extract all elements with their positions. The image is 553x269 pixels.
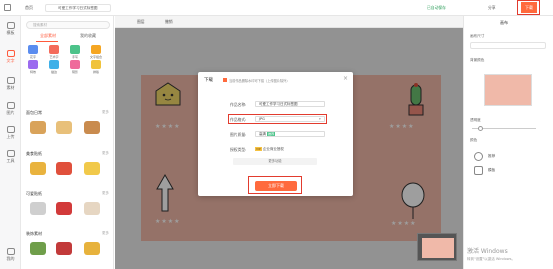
autosave-status: 已自动保存 [427, 5, 446, 10]
material-icon [6, 77, 15, 84]
sticker-thumbnail[interactable] [84, 242, 100, 255]
user-icon [6, 248, 15, 255]
recommend-icon[interactable] [474, 152, 483, 161]
sticker-thumbnail[interactable] [30, 242, 46, 255]
recommend-badge: 推荐 [267, 132, 276, 136]
icon-cell[interactable]: 描边 [47, 60, 61, 74]
section-more-link[interactable]: 更多 [102, 231, 109, 236]
section-more-link[interactable]: 更多 [102, 151, 109, 156]
nav-item-image[interactable]: 图片 [2, 100, 19, 118]
tab-favorites[interactable]: 我的收藏 [80, 33, 96, 39]
icon-cell[interactable]: 阴影 [68, 60, 82, 74]
close-icon[interactable]: × [343, 75, 348, 82]
sticker-thumbnail[interactable] [56, 202, 72, 215]
bg-color-swatch[interactable] [484, 74, 532, 106]
bg-label: 背景颜色 [470, 58, 485, 62]
nav-item-material[interactable]: 素材 [2, 75, 19, 93]
nav-item-tools[interactable]: 工具 [2, 148, 19, 166]
field-label: 授权类型: [230, 147, 247, 152]
recommend-label[interactable]: 推荐 [488, 154, 495, 159]
section-more-link[interactable]: 更多 [102, 191, 109, 196]
nav-item-text[interactable]: 文字 [2, 48, 19, 66]
icon-cell[interactable]: 艺术字 [47, 45, 61, 59]
canvas-size-select[interactable] [470, 42, 546, 49]
section-more-link[interactable]: 更多 [102, 110, 109, 115]
sticker-thumbnail[interactable] [84, 121, 100, 134]
tab-all-materials[interactable]: 全部素材 [40, 33, 56, 39]
top-bar: 首页 可爱工作学习日式标签图 已自动保存 分享 下载 [0, 0, 553, 16]
tools-icon [6, 150, 15, 157]
dialog-title: 下载 [204, 78, 213, 83]
sticker-thumbnail[interactable] [84, 162, 100, 175]
download-top-highlight [517, 0, 540, 15]
windows-activation-watermark: 激活 Windows 转到"设置"以激活 Windows。 [467, 246, 553, 266]
left-panel: 搜索素材 全部素材 我的收藏 花字 艺术字 手写 文字组合 特效 描边 阴影 排… [22, 16, 114, 269]
home-link[interactable]: 首页 [25, 5, 33, 11]
more-options-button[interactable]: 更多功能 [233, 158, 317, 165]
watermark-checkbox-label: 当前作品删除水印可下载（上传图片除外） [229, 78, 290, 83]
upload-icon [6, 126, 15, 133]
field-label: 图片质量: [230, 132, 247, 137]
watermark-checkbox[interactable] [223, 78, 227, 82]
template-side-label[interactable]: 模板 [488, 168, 495, 173]
icon-cell[interactable]: 特效 [26, 60, 40, 74]
vip-badge: VIP [255, 147, 262, 151]
section-title: 美食贴纸 [26, 151, 42, 156]
format-highlight [228, 114, 327, 124]
sticker-thumbnail[interactable] [84, 202, 100, 215]
menu-icon[interactable] [4, 4, 11, 11]
icon-cell[interactable]: 花字 [26, 45, 40, 59]
sticker-thumbnail[interactable] [56, 162, 72, 175]
download-dialog: 下载 当前作品删除水印可下载（上传图片除外） × 作品名称: 可爱工作学习日式标… [198, 72, 353, 196]
undo-button[interactable]: 撤销 [165, 19, 173, 25]
sticker-thumbnail[interactable] [56, 242, 72, 255]
work-name-input[interactable]: 可爱工作学习日式标签图 [255, 101, 325, 107]
canvas-size-label: 画布尺寸 [470, 34, 485, 38]
canvas-toolbar: 图层 撤销 [115, 16, 463, 28]
active-tab-underline [36, 41, 58, 42]
sticker-thumbnail[interactable] [30, 162, 46, 175]
opacity-label: 透明度 [470, 118, 481, 122]
field-label: 作品名称: [230, 102, 247, 107]
template-icon [6, 22, 15, 29]
section-title: 面包日常 [26, 110, 42, 115]
section-title: 可爱贴纸 [26, 191, 42, 196]
watermark-title: 激活 Windows [467, 248, 508, 255]
image-icon [6, 102, 15, 109]
file-title[interactable]: 可爱工作学习日式标签图 [45, 4, 111, 12]
sticker-thumbnail[interactable] [56, 121, 72, 134]
section-title: 装饰素材 [26, 231, 42, 236]
minimap-preview[interactable] [417, 233, 457, 261]
license-value: VIP 企业商业授权 [255, 147, 284, 151]
share-button[interactable]: 分享 [488, 5, 496, 11]
icon-cell[interactable]: 排版 [89, 60, 103, 74]
quality-select[interactable]: 高清 推荐 [255, 131, 325, 137]
icon-cell[interactable]: 文字组合 [89, 45, 103, 59]
layer-button[interactable]: 图层 [137, 19, 145, 25]
color-label: 颜色 [470, 138, 478, 142]
sticker-thumbnail[interactable] [30, 121, 46, 134]
nav-item-upload[interactable]: 上传 [2, 124, 19, 142]
icon-cell[interactable]: 手写 [68, 45, 82, 59]
text-icon [6, 50, 15, 57]
watermark-subtitle: 转到"设置"以激活 Windows。 [467, 257, 515, 261]
sticker-thumbnail[interactable] [30, 202, 46, 215]
nav-item-template[interactable]: 模板 [2, 20, 19, 38]
nav-item-mine[interactable]: 我的 [2, 246, 19, 264]
tab-canvas[interactable]: 画布 [500, 20, 508, 26]
template-side-icon[interactable] [474, 166, 483, 175]
opacity-slider-handle[interactable] [478, 126, 483, 131]
download-button-highlight [248, 176, 302, 194]
right-panel: 画布 画布尺寸 背景颜色 透明度 颜色 推荐 模板 [463, 16, 553, 269]
search-input[interactable]: 搜索素材 [26, 21, 110, 29]
